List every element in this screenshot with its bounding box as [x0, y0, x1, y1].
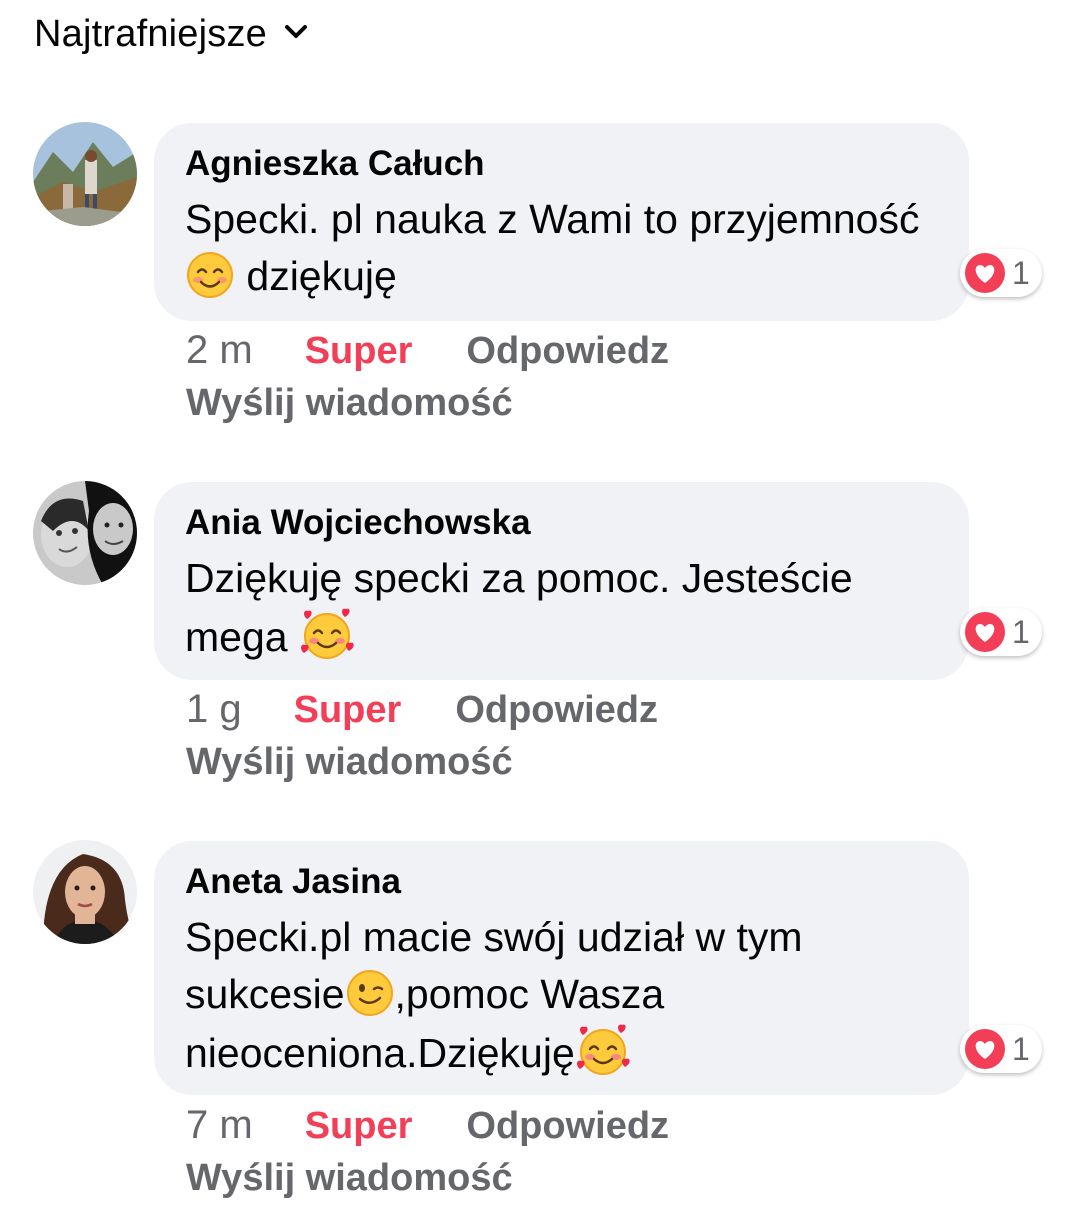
- avatar-photo: [33, 122, 137, 226]
- comment-author[interactable]: Aneta Jasina: [185, 861, 939, 903]
- comment-text-part-2: dziękuję: [235, 253, 397, 299]
- avatar-photo: [33, 840, 137, 944]
- comment-actions: 1 g Super Odpowiedz: [186, 687, 658, 732]
- comment-actions: 7 m Super Odpowiedz: [186, 1103, 669, 1148]
- avatar-photo: [33, 481, 137, 585]
- heart-reaction-icon: [965, 253, 1005, 293]
- reaction-badge[interactable]: 1: [960, 1025, 1042, 1073]
- reaction-badge[interactable]: 1: [960, 249, 1042, 297]
- smiling-face-with-hearts-icon: [300, 608, 354, 659]
- sort-dropdown[interactable]: Najtrafniejsze: [34, 10, 311, 58]
- like-button[interactable]: Super: [305, 1105, 413, 1148]
- smiling-face-with-hearts-icon: [576, 1024, 630, 1075]
- comment-timestamp[interactable]: 1 g: [186, 687, 242, 732]
- comment-bubble: Ania Wojciechowska Dziękuję specki za po…: [154, 482, 969, 680]
- comment-text-part: Specki. pl nauka z Wami to przyjemność: [185, 196, 920, 242]
- comment-text: Dziękuję specki za pomoc. Jesteście mega: [185, 550, 939, 666]
- reaction-badge[interactable]: 1: [960, 608, 1042, 656]
- comment-author[interactable]: Agnieszka Całuch: [185, 143, 939, 185]
- comment-author[interactable]: Ania Wojciechowska: [185, 502, 939, 544]
- reply-button[interactable]: Odpowiedz: [466, 1105, 669, 1148]
- send-message-button[interactable]: Wyślij wiadomość: [186, 382, 513, 425]
- heart-reaction-icon: [965, 612, 1005, 652]
- send-message-button[interactable]: Wyślij wiadomość: [186, 741, 513, 784]
- smiling-face-icon: [187, 252, 233, 298]
- reaction-count: 1: [1012, 613, 1030, 650]
- reaction-count: 1: [1012, 1030, 1030, 1067]
- reply-button[interactable]: Odpowiedz: [466, 330, 669, 373]
- comment-timestamp[interactable]: 7 m: [186, 1103, 253, 1148]
- avatar[interactable]: [33, 122, 137, 226]
- reaction-count: 1: [1012, 254, 1030, 291]
- comment-bubble: Aneta Jasina Specki.pl macie swój udział…: [154, 841, 969, 1095]
- sort-label: Najtrafniejsze: [34, 12, 268, 55]
- avatar[interactable]: [33, 840, 137, 944]
- reply-button[interactable]: Odpowiedz: [455, 689, 658, 732]
- send-message-button[interactable]: Wyślij wiadomość: [186, 1157, 513, 1200]
- comment-actions: 2 m Super Odpowiedz: [186, 328, 669, 373]
- like-button[interactable]: Super: [294, 689, 402, 732]
- comment-text-part: Dziękuję specki za pomoc. Jesteście mega: [185, 555, 865, 660]
- comment-text: Specki.pl macie swój udział w tym sukces…: [185, 909, 939, 1082]
- comment-timestamp[interactable]: 2 m: [186, 328, 253, 373]
- winking-face-icon: [346, 970, 393, 1016]
- chevron-down-icon: [285, 25, 308, 38]
- like-button[interactable]: Super: [305, 330, 413, 373]
- comment-text: Specki. pl nauka z Wami to przyjemność d…: [185, 191, 939, 305]
- comment-bubble: Agnieszka Całuch Specki. pl nauka z Wami…: [154, 123, 969, 321]
- heart-reaction-icon: [965, 1029, 1005, 1069]
- avatar[interactable]: [33, 481, 137, 585]
